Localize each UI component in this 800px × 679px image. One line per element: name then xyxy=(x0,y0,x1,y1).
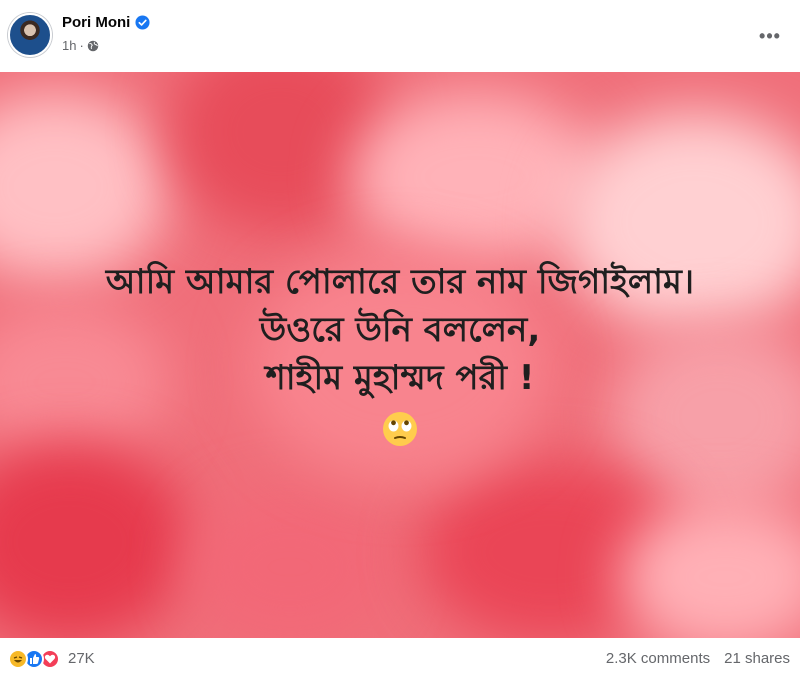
author-avatar[interactable] xyxy=(8,13,52,57)
face-with-rolling-eyes-emoji xyxy=(383,412,417,446)
engagement-stats: 2.3K comments 21 shares xyxy=(606,650,790,667)
bokeh-decoration xyxy=(0,442,190,638)
author-row: Pori Moni xyxy=(62,14,150,31)
reaction-icons xyxy=(8,648,60,669)
post-header: Pori Moni 1h · ••• xyxy=(0,0,800,72)
more-options-icon: ••• xyxy=(759,25,781,46)
haha-icon xyxy=(8,648,28,669)
shares-count-link[interactable]: 21 shares xyxy=(724,650,790,667)
post-text-line: শাহীম মুহাম্মদ পরী ! xyxy=(265,358,535,398)
post-time[interactable]: 1h xyxy=(62,38,76,53)
reaction-count[interactable]: 27K xyxy=(68,650,95,667)
comments-count-link[interactable]: 2.3K comments xyxy=(606,650,710,667)
more-options-button[interactable]: ••• xyxy=(752,18,788,54)
post-text: আমি আমার পোলারে তার নাম জিগাইলাম। উওরে উ… xyxy=(0,258,800,402)
author-name[interactable]: Pori Moni xyxy=(62,14,130,31)
bokeh-decoration xyxy=(190,492,390,638)
bokeh-decoration xyxy=(0,92,170,282)
post-text-line: আমি আমার পোলারে তার নাম জিগাইলাম। xyxy=(105,262,695,302)
reactions-bar: 27K 2.3K comments 21 shares xyxy=(0,638,800,679)
verified-badge-icon xyxy=(135,15,150,30)
reaction-summary[interactable]: 27K xyxy=(8,648,95,669)
post-meta: 1h · xyxy=(62,38,99,53)
globe-icon[interactable] xyxy=(87,40,99,52)
post-text-line: উওরে উনি বললেন, xyxy=(259,310,541,350)
meta-separator: · xyxy=(79,38,84,53)
